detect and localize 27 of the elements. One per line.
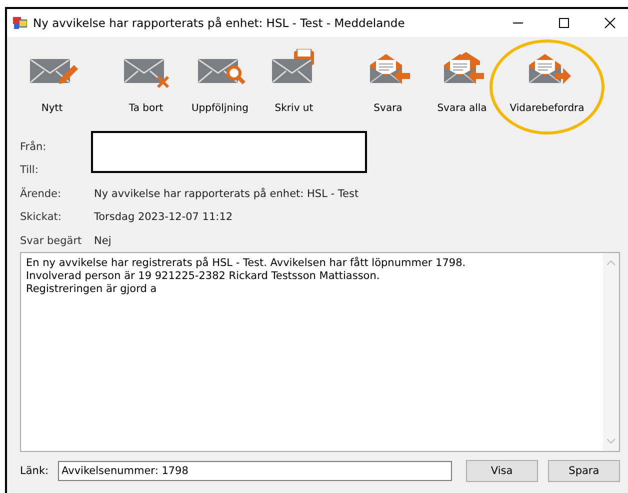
maximize-icon[interactable] [558,17,570,29]
field-value: Ny avvikelse har rapporterats på enhet: HSL - Test [94,188,359,200]
dialog-button[interactable]: Spara [548,460,620,482]
toolbar-button[interactable]: Ta bort [109,37,183,114]
toolbar-button[interactable]: Nytt [15,37,89,114]
toolbar-button[interactable]: Skriv ut [257,37,331,114]
dialog-button[interactable]: Visa [466,460,538,482]
toolbar-button[interactable]: Vidarebefordra [499,37,595,114]
field-value: Torsdag 2023-12-07 11:12 [94,211,233,224]
body-line: Involverad person är 19 921225-2382 Rickard Testsson Mattiasson. [26,270,381,283]
message-body-field[interactable]: En ny avvikelse har registrerats på HSL - Test. Avvikelsen har fått löpnummer 1798. Involverad person är 19 921225-2382 Rickard Testsson Mattiasson. Registreringen är gjord a [20,252,620,452]
toolbar-button[interactable]: Svara alla [425,37,499,114]
body-line: Registreringen är gjord a [26,283,158,296]
field-label: Svar begärt [20,234,83,247]
field-value: Nej [94,234,112,247]
body-line: En ny avvikelse har registrerats på HSL - Test. Avvikelsen har fått löpnummer 1798. [26,257,467,270]
field-label: Från: [20,140,48,153]
window-title: Ny avvikelse har rapporterats på enhet: HSL - Test - Meddelande [33,16,406,30]
app-icon [13,16,27,30]
link-field[interactable]: Avvikelsenummer: 1798 [58,461,452,481]
link-label: Länk: [20,465,50,477]
toolbar-button[interactable]: Uppföljning [183,37,257,114]
close-icon[interactable] [604,17,616,29]
field-label: Till: [20,164,40,176]
field-label: Ärende: [20,188,62,200]
field-label: Skickat: [20,211,62,224]
toolbar-button[interactable]: Svara [351,37,425,114]
